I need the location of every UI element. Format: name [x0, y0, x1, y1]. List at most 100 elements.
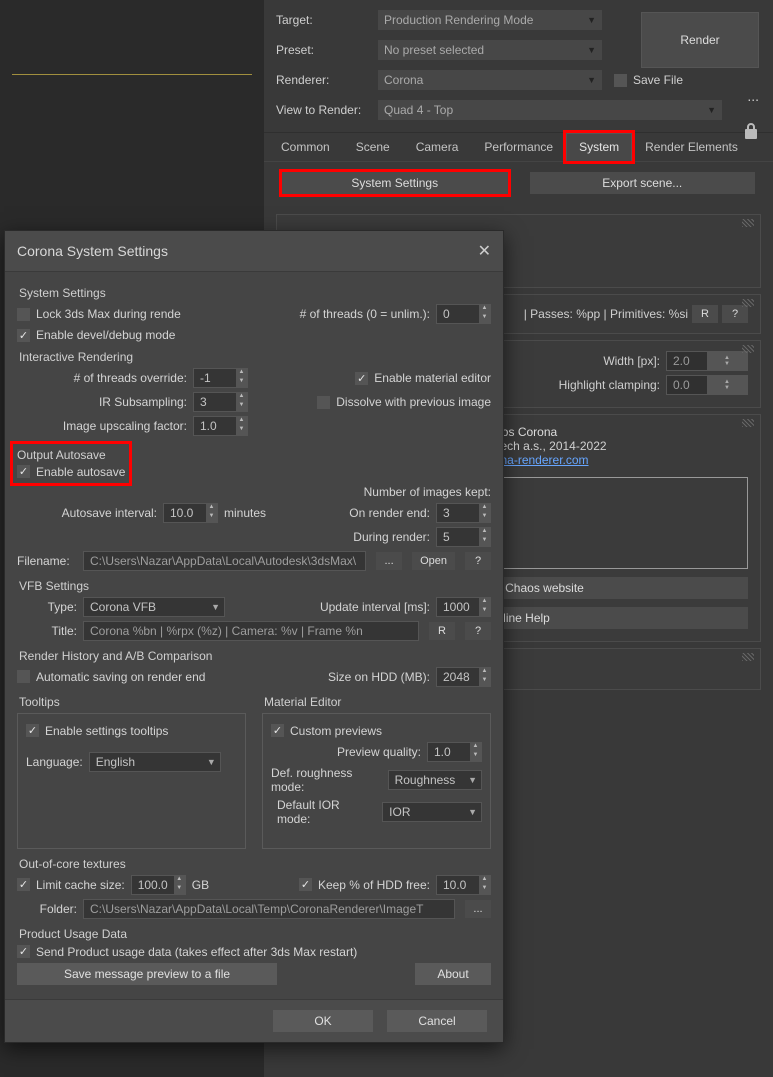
folder-browse-button[interactable]: ...: [465, 900, 491, 918]
custom-previews-checkbox[interactable]: Custom previews: [271, 724, 382, 738]
ior-mode-label: Default IOR mode:: [277, 798, 376, 826]
roughness-mode-combo[interactable]: Roughness▼: [388, 770, 482, 790]
limit-cache-spinner[interactable]: 100.0▲▼: [131, 875, 186, 895]
stamp-reset-button[interactable]: R: [692, 305, 718, 323]
during-render-label: During render:: [353, 530, 430, 544]
update-interval-spinner[interactable]: 1000▲▼: [436, 597, 491, 617]
vfb-title-label: Title:: [17, 624, 77, 638]
about-button[interactable]: About: [415, 963, 491, 985]
target-label: Target:: [276, 13, 378, 27]
language-combo[interactable]: English▼: [89, 752, 221, 772]
ir-subsampling-label: IR Subsampling:: [17, 395, 187, 409]
on-render-end-label: On render end:: [349, 506, 430, 520]
save-file-checkbox[interactable]: Save File: [614, 73, 683, 87]
ok-button[interactable]: OK: [273, 1010, 373, 1032]
folder-label: Folder:: [17, 902, 77, 916]
ir-heading: Interactive Rendering: [19, 350, 491, 364]
tab-render-elements[interactable]: Render Elements: [632, 133, 751, 161]
clamp-label: Highlight clamping:: [559, 378, 660, 392]
view-label: View to Render:: [276, 103, 378, 117]
keep-hdd-checkbox[interactable]: Keep % of HDD free:: [299, 878, 430, 892]
tab-bar: Common Scene Camera Performance System R…: [264, 132, 773, 162]
vfb-type-label: Type:: [17, 600, 77, 614]
images-kept-label: Number of images kept:: [364, 485, 491, 499]
filename-open-button[interactable]: Open: [412, 552, 455, 570]
vfb-reset-button[interactable]: R: [429, 622, 455, 640]
tab-common[interactable]: Common: [268, 133, 343, 161]
threads-label: # of threads (0 = unlim.):: [300, 307, 430, 321]
export-scene-button[interactable]: Export scene...: [530, 172, 756, 194]
upscale-spinner[interactable]: 1.0▲▼: [193, 416, 248, 436]
corona-system-settings-dialog: Corona System Settings ✕ System Settings…: [4, 230, 504, 1043]
output-autosave-highlight: Output Autosave Enable autosave: [13, 444, 129, 483]
target-dropdown[interactable]: Production Rendering Mode▼: [378, 10, 602, 30]
render-button[interactable]: Render: [641, 12, 759, 68]
folder-field[interactable]: C:\Users\Nazar\AppData\Local\Temp\Corona…: [83, 899, 455, 919]
passes-label: | Passes: %pp | Primitives: %si: [524, 307, 688, 321]
ior-mode-combo[interactable]: IOR▼: [382, 802, 482, 822]
auto-save-render-end-checkbox[interactable]: Automatic saving on render end: [17, 670, 205, 684]
filename-field[interactable]: C:\Users\Nazar\AppData\Local\Autodesk\3d…: [83, 551, 366, 571]
divider: [12, 74, 252, 75]
tab-performance[interactable]: Performance: [471, 133, 566, 161]
autosave-heading: Output Autosave: [17, 448, 125, 462]
filename-help-button[interactable]: ?: [465, 552, 491, 570]
preview-quality-label: Preview quality:: [337, 745, 421, 759]
tooltips-heading: Tooltips: [19, 695, 246, 709]
update-interval-label: Update interval [ms]:: [320, 600, 430, 614]
preset-label: Preset:: [276, 43, 378, 57]
group-handle-icon[interactable]: [742, 299, 754, 307]
group-handle-icon[interactable]: [742, 419, 754, 427]
close-icon[interactable]: ✕: [478, 241, 491, 261]
on-render-end-spinner[interactable]: 3▲▼: [436, 503, 491, 523]
group-handle-icon[interactable]: [742, 345, 754, 353]
vfb-type-combo[interactable]: Corona VFB▼: [83, 597, 225, 617]
tab-camera[interactable]: Camera: [403, 133, 472, 161]
hdd-size-spinner[interactable]: 2048▲▼: [436, 667, 491, 687]
hdd-size-label: Size on HDD (MB):: [328, 670, 430, 684]
preview-quality-spinner[interactable]: 1.0▲▼: [427, 742, 482, 762]
filename-browse-button[interactable]: ...: [376, 552, 402, 570]
stamp-help-button[interactable]: ?: [722, 305, 748, 323]
group-handle-icon[interactable]: [742, 219, 754, 227]
vfb-title-field[interactable]: Corona %bn | %rpx (%z) | Camera: %v | Fr…: [83, 621, 419, 641]
width-spinner[interactable]: 2.0▲▼: [666, 351, 748, 371]
autosave-interval-label: Autosave interval:: [17, 506, 157, 520]
tab-scene[interactable]: Scene: [343, 133, 403, 161]
ir-threads-spinner[interactable]: -1▲▼: [193, 368, 248, 388]
during-render-spinner[interactable]: 5▲▼: [436, 527, 491, 547]
send-usage-checkbox[interactable]: Send Product usage data (takes effect af…: [17, 945, 357, 959]
threads-spinner[interactable]: 0▲▼: [436, 304, 491, 324]
view-dropdown[interactable]: Quad 4 - Top▼: [378, 100, 722, 120]
cancel-button[interactable]: Cancel: [387, 1010, 487, 1032]
enable-autosave-checkbox[interactable]: Enable autosave: [17, 465, 125, 479]
limit-cache-checkbox[interactable]: Limit cache size:: [17, 878, 125, 892]
renderer-label: Renderer:: [276, 73, 378, 87]
dissolve-checkbox[interactable]: Dissolve with previous image: [317, 395, 491, 409]
lock-icon[interactable]: [743, 122, 759, 140]
renderer-dropdown[interactable]: Corona▼: [378, 70, 602, 90]
vfb-heading: VFB Settings: [19, 579, 491, 593]
enable-tooltips-checkbox[interactable]: Enable settings tooltips: [26, 724, 168, 738]
usage-heading: Product Usage Data: [19, 927, 491, 941]
lock-max-checkbox[interactable]: Lock 3ds Max during rende: [17, 307, 181, 321]
roughness-mode-label: Def. roughness mode:: [271, 766, 382, 794]
save-message-preview-button[interactable]: Save message preview to a file: [17, 963, 277, 985]
ooc-heading: Out-of-core textures: [19, 857, 491, 871]
save-file-dots-button[interactable]: ...: [747, 88, 759, 104]
group-handle-icon[interactable]: [742, 653, 754, 661]
tab-system[interactable]: System: [566, 133, 632, 161]
material-editor-checkbox[interactable]: Enable material editor: [355, 371, 491, 385]
history-heading: Render History and A/B Comparison: [19, 649, 491, 663]
keep-hdd-spinner[interactable]: 10.0▲▼: [436, 875, 491, 895]
autosave-interval-spinner[interactable]: 10.0▲▼: [163, 503, 218, 523]
preset-dropdown[interactable]: No preset selected▼: [378, 40, 602, 60]
language-label: Language:: [26, 755, 83, 769]
debug-mode-checkbox[interactable]: Enable devel/debug mode: [17, 328, 175, 342]
ir-threads-label: # of threads override:: [17, 371, 187, 385]
vfb-help-button[interactable]: ?: [465, 622, 491, 640]
filename-label: Filename:: [17, 554, 77, 568]
clamp-spinner[interactable]: 0.0▲▼: [666, 375, 748, 395]
ir-subsampling-spinner[interactable]: 3▲▼: [193, 392, 248, 412]
system-settings-button[interactable]: System Settings: [282, 172, 508, 194]
